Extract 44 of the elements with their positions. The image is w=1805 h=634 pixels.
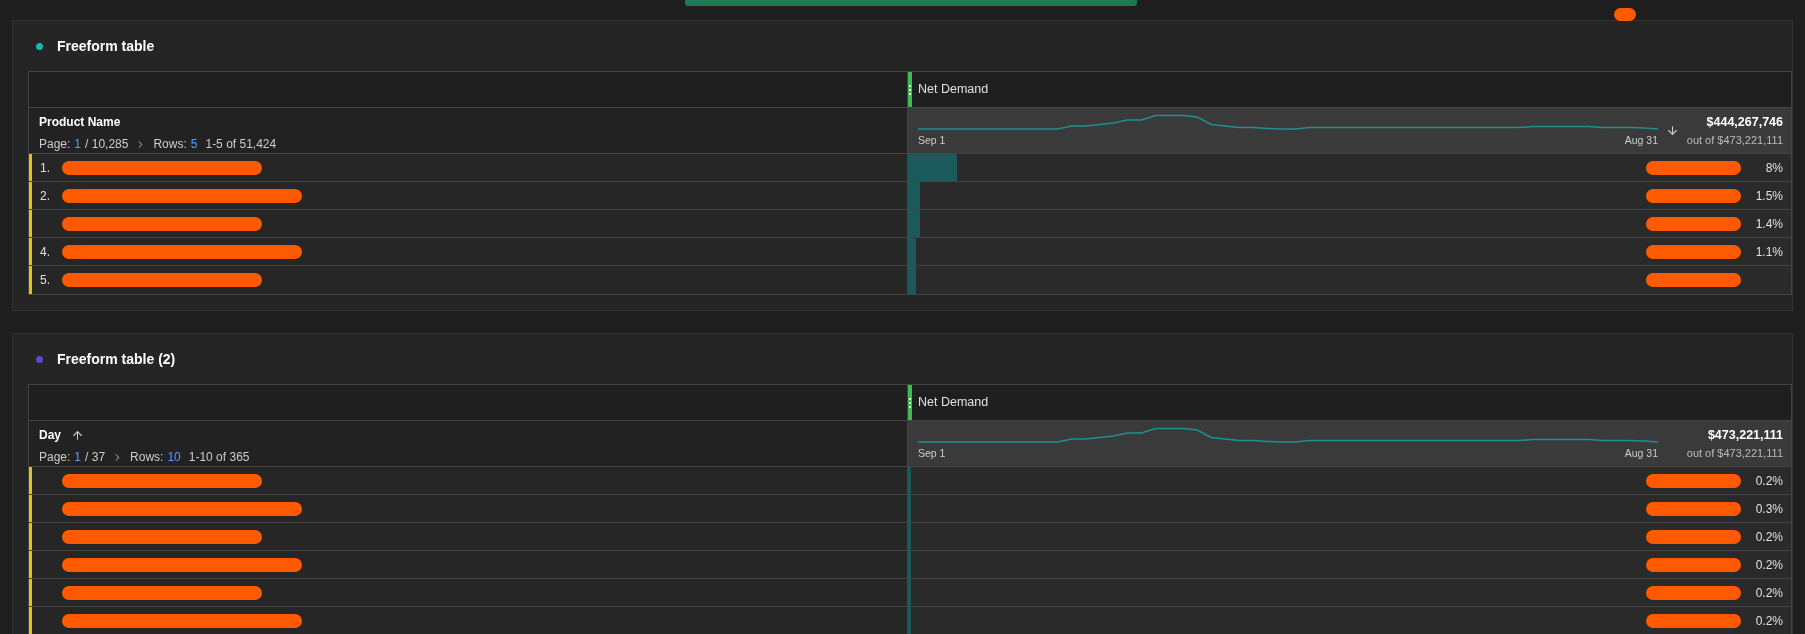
- column-header[interactable]: Product Name: [39, 113, 121, 131]
- metric-total: $444,267,746: [1706, 113, 1783, 131]
- rows-label: Rows:: [130, 449, 164, 466]
- rows-label: Rows:: [153, 136, 187, 153]
- row-label: 1.: [40, 159, 50, 177]
- axis-label: Aug 31: [1624, 445, 1658, 461]
- metric-total-label: out of $473,221,111: [1686, 445, 1783, 461]
- rows-count[interactable]: 5: [190, 135, 198, 153]
- row-label: 5.: [40, 272, 50, 289]
- page-label: Page:: [39, 449, 71, 466]
- percent-value: 1.1%: [1755, 243, 1783, 261]
- row-label: 4.: [40, 243, 50, 261]
- axis-label: Sep 1: [918, 132, 946, 148]
- row-range: 1-10 of 365: [188, 449, 250, 466]
- page-label: Page:: [39, 136, 71, 153]
- rows-count[interactable]: 10: [167, 448, 181, 466]
- axis-label: Sep 1: [918, 445, 946, 461]
- percent-value: 1.5%: [1755, 187, 1783, 205]
- page-number[interactable]: 1: [74, 135, 82, 153]
- percent-value: 8%: [1765, 159, 1783, 177]
- axis-label: Aug 31: [1624, 132, 1658, 148]
- row-label: 2.: [40, 187, 50, 205]
- page-count: / 10,285: [85, 136, 129, 153]
- column-drag-handle[interactable]: [908, 385, 912, 420]
- sort-descending-icon[interactable]: [1665, 124, 1679, 137]
- metric-total: $473,221,111: [1707, 426, 1783, 444]
- percent-value: 0.2%: [1755, 556, 1783, 574]
- percent-value: 0.3%: [1755, 500, 1783, 518]
- page-number[interactable]: 1: [74, 448, 82, 466]
- metric-total-label: out of $473,221,111: [1686, 132, 1783, 148]
- column-drag-handle[interactable]: [908, 72, 912, 107]
- percent-value: 0.2%: [1755, 528, 1783, 546]
- panel-title: Freeform table: [57, 36, 155, 56]
- page-count: / 37: [85, 449, 106, 466]
- percent-value: 0.2%: [1755, 472, 1783, 490]
- percent-value: 0.2%: [1755, 584, 1783, 602]
- sort-ascending-icon[interactable]: [71, 428, 84, 442]
- row-range: 1-5 of 51,424: [205, 136, 277, 153]
- column-header[interactable]: Net Demand: [918, 393, 989, 412]
- column-header[interactable]: Net Demand: [918, 80, 989, 99]
- column-header[interactable]: Day: [39, 426, 61, 444]
- percent-value: 0.2%: [1755, 613, 1783, 630]
- percent-value: 1.4%: [1755, 215, 1783, 233]
- panel-title: Freeform table (2): [57, 349, 176, 369]
